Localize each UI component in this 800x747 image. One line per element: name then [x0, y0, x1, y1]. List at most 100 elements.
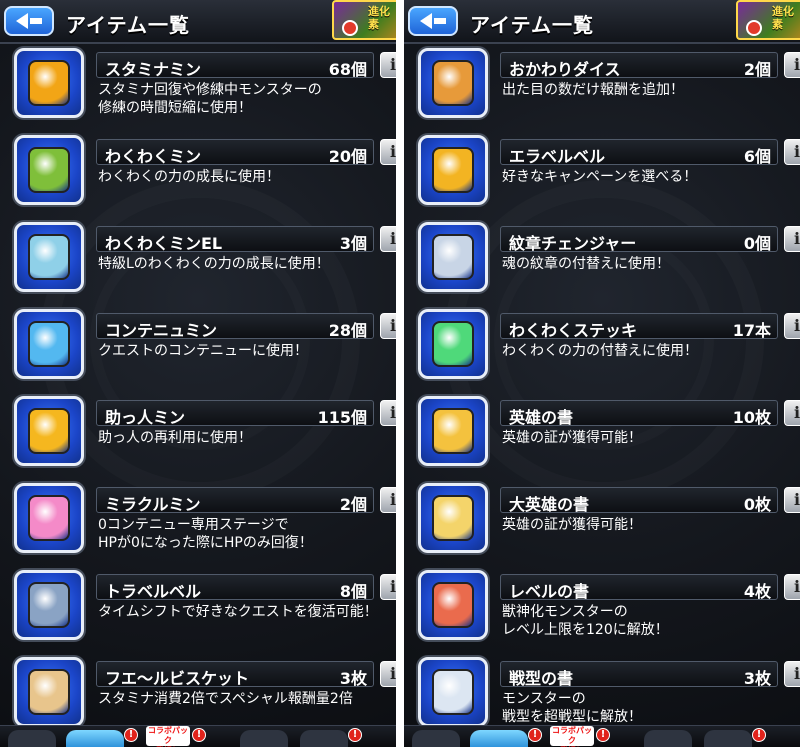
biscuit-icon [28, 669, 70, 715]
back-arrow-icon [16, 13, 28, 29]
back-button[interactable] [408, 6, 458, 36]
item-name-bar: コンテニュミン 28個 [96, 313, 374, 340]
item-description: 出た目の数だけ報酬を追加！ [502, 82, 684, 98]
item-name-bar: フエ〜ルビスケット 3枚 [96, 661, 374, 688]
item-icon-frame [14, 657, 84, 727]
screenshot-divider [396, 0, 404, 747]
info-button[interactable]: i [380, 226, 396, 252]
item-row[interactable]: トラベルベル 8個 i タイムシフトで好きなクエストを復活可能！ [0, 570, 396, 650]
miracle-heart-potion-icon [28, 495, 70, 541]
collab-pack-banner[interactable]: コラボパック 登場！ [550, 726, 594, 747]
item-row[interactable]: わくわくミンEL 3個 i 特級Lのわくわくの力の成長に使用！ [0, 222, 396, 302]
item-row[interactable]: 英雄の書 10枚 i 英雄の証が獲得可能！ [404, 396, 800, 476]
nav-tab[interactable] [300, 730, 348, 747]
item-count: 3枚 [339, 669, 367, 688]
item-count: 2個 [743, 60, 771, 79]
hero-scroll-icon [432, 408, 474, 454]
info-button[interactable]: i [784, 52, 800, 78]
item-count: 2個 [339, 495, 367, 514]
nav-tab[interactable] [704, 730, 752, 747]
item-row[interactable]: 助っ人ミン 115個 i 助っ人の再利用に使用！ [0, 396, 396, 476]
item-name: レベルの書 [509, 582, 590, 601]
item-description: わくわくの力の成長に使用！ [98, 169, 280, 185]
info-button[interactable]: i [380, 487, 396, 513]
nav-tab-active[interactable] [66, 730, 124, 747]
item-name-bar: わくわくミン 20個 [96, 139, 374, 166]
item-row[interactable]: おかわりダイス 2個 i 出た目の数だけ報酬を追加！ [404, 48, 800, 128]
item-icon-frame [14, 135, 84, 205]
item-row[interactable]: レベルの書 4枚 i 獣神化モンスターの レベル上限を120に解放！ [404, 570, 800, 650]
item-name-bar: おかわりダイス 2個 [500, 52, 778, 79]
info-button[interactable]: i [784, 313, 800, 339]
item-name: フエ〜ルビスケット [105, 669, 250, 688]
info-button[interactable]: i [380, 574, 396, 600]
item-name-bar: 大英雄の書 0枚 [500, 487, 778, 514]
item-icon-frame [418, 222, 488, 292]
item-row[interactable]: わくわくステッキ 17本 i わくわくの力の付替えに使用！ [404, 309, 800, 389]
item-icon-frame [418, 309, 488, 379]
item-name-bar: レベルの書 4枚 [500, 574, 778, 601]
item-count: 0個 [743, 234, 771, 253]
collab-pack-banner[interactable]: コラボパック 登場！ [146, 726, 190, 747]
travel-bell-icon [28, 582, 70, 628]
back-button[interactable] [4, 6, 54, 36]
item-description: 魂の紋章の付替えに使用！ [502, 256, 670, 272]
info-button[interactable]: i [784, 400, 800, 426]
info-button[interactable]: i [784, 487, 800, 513]
item-icon-frame [14, 570, 84, 640]
evolution-material-badge[interactable]: 進化 素 [736, 0, 800, 40]
info-button[interactable]: i [380, 400, 396, 426]
item-name-bar: わくわくステッキ 17本 [500, 313, 778, 340]
item-count: 8個 [339, 582, 367, 601]
info-button[interactable]: i [784, 574, 800, 600]
item-row[interactable]: スタミナミン 68個 i スタミナ回復や修練中モンスターの 修練の時間短縮に使用… [0, 48, 396, 128]
info-button[interactable]: i [784, 226, 800, 252]
alert-icon [746, 20, 762, 36]
item-icon-frame [418, 135, 488, 205]
nav-tab[interactable] [240, 730, 288, 747]
item-description: わくわくの力の付替えに使用！ [502, 343, 698, 359]
item-row[interactable]: 紋章チェンジャー 0個 i 魂の紋章の付替えに使用！ [404, 222, 800, 302]
item-name: 英雄の書 [509, 408, 574, 427]
bottom-nav: ! コラボパック 登場！ ! ! [404, 725, 800, 747]
item-icon-frame [14, 483, 84, 553]
nav-tab-active[interactable] [470, 730, 528, 747]
item-row[interactable]: わくわくミン 20個 i わくわくの力の成長に使用！ [0, 135, 396, 215]
item-list-panel-left: アイテム一覧 進化 素 スタミナミン 68個 i スタミナ回復や修練中モンスター… [0, 0, 396, 747]
item-count: 6個 [743, 147, 771, 166]
info-button[interactable]: i [380, 313, 396, 339]
item-icon-frame [418, 483, 488, 553]
item-row[interactable]: コンテニュミン 28個 i クエストのコンテニューに使用！ [0, 309, 396, 389]
nav-tab[interactable] [412, 730, 460, 747]
item-name: 大英雄の書 [509, 495, 590, 514]
sprout-bottle-el-icon [28, 234, 70, 280]
info-button[interactable]: i [380, 139, 396, 165]
item-name: 戦型の書 [509, 669, 574, 688]
nav-tab[interactable] [644, 730, 692, 747]
item-row[interactable]: 大英雄の書 0枚 i 英雄の証が獲得可能！ [404, 483, 800, 563]
item-description: モンスターの 戦型を超戦型に解放！ [502, 691, 642, 725]
info-button[interactable]: i [784, 661, 800, 687]
item-description: スタミナ消費2倍でスペシャル報酬量2倍 [98, 691, 353, 707]
alert-badge: ! [192, 728, 206, 742]
item-icon-frame [418, 396, 488, 466]
level-scroll-icon [432, 582, 474, 628]
evolution-material-badge[interactable]: 進化 素 [332, 0, 396, 40]
item-row[interactable]: ミラクルミン 2個 i 0コンテニュー専用ステージで HPが0になった際にHPの… [0, 483, 396, 563]
item-name: トラベルベル [105, 582, 202, 601]
item-name-bar: スタミナミン 68個 [96, 52, 374, 79]
helper-bottle-icon [28, 408, 70, 454]
item-name: ミラクルミン [105, 495, 201, 514]
nav-tab[interactable] [8, 730, 56, 747]
info-button[interactable]: i [784, 139, 800, 165]
item-name: 助っ人ミン [105, 408, 186, 427]
item-count: 20個 [328, 147, 367, 166]
info-button[interactable]: i [380, 52, 396, 78]
item-name: 紋章チェンジャー [509, 234, 637, 253]
info-button[interactable]: i [380, 661, 396, 687]
item-name-bar: 助っ人ミン 115個 [96, 400, 374, 427]
item-name: わくわくミンEL [105, 234, 223, 253]
item-count: 10枚 [732, 408, 771, 427]
header: アイテム一覧 進化 素 [404, 0, 800, 44]
item-row[interactable]: エラベルベル 6個 i 好きなキャンペーンを選べる！ [404, 135, 800, 215]
